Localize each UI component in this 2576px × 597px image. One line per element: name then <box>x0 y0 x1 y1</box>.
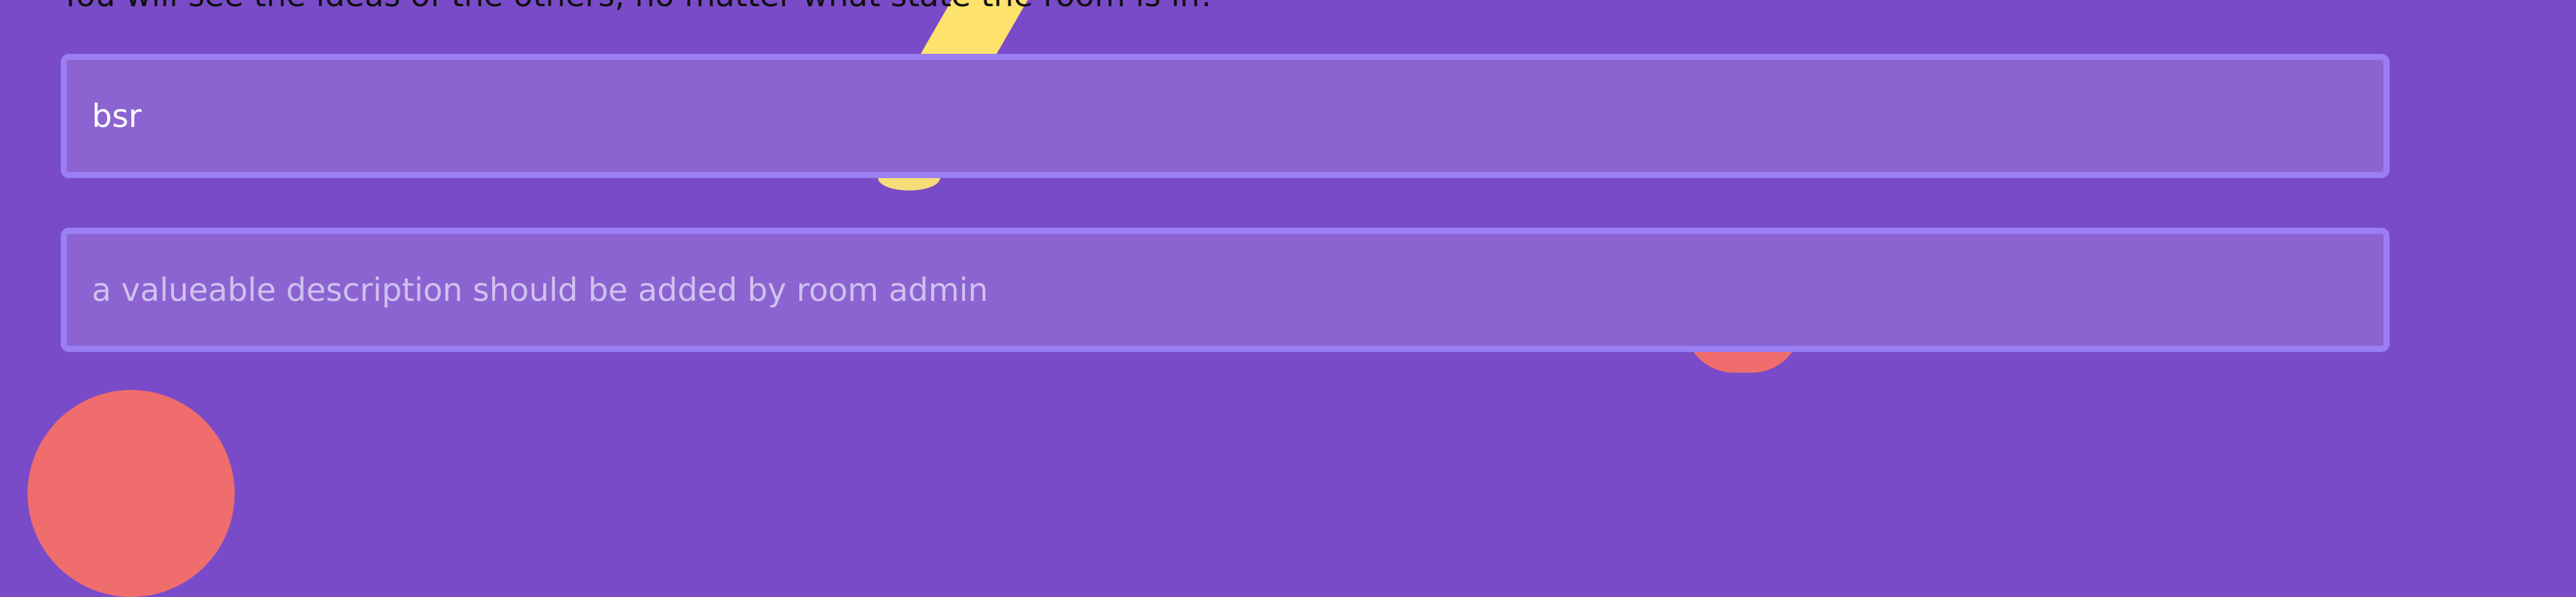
room-title-input[interactable] <box>61 54 2390 178</box>
room-visibility-note: You will see the ideas of the others, no… <box>61 0 1213 11</box>
decorative-coral-circle <box>28 390 235 597</box>
room-description-input[interactable] <box>61 228 2390 352</box>
